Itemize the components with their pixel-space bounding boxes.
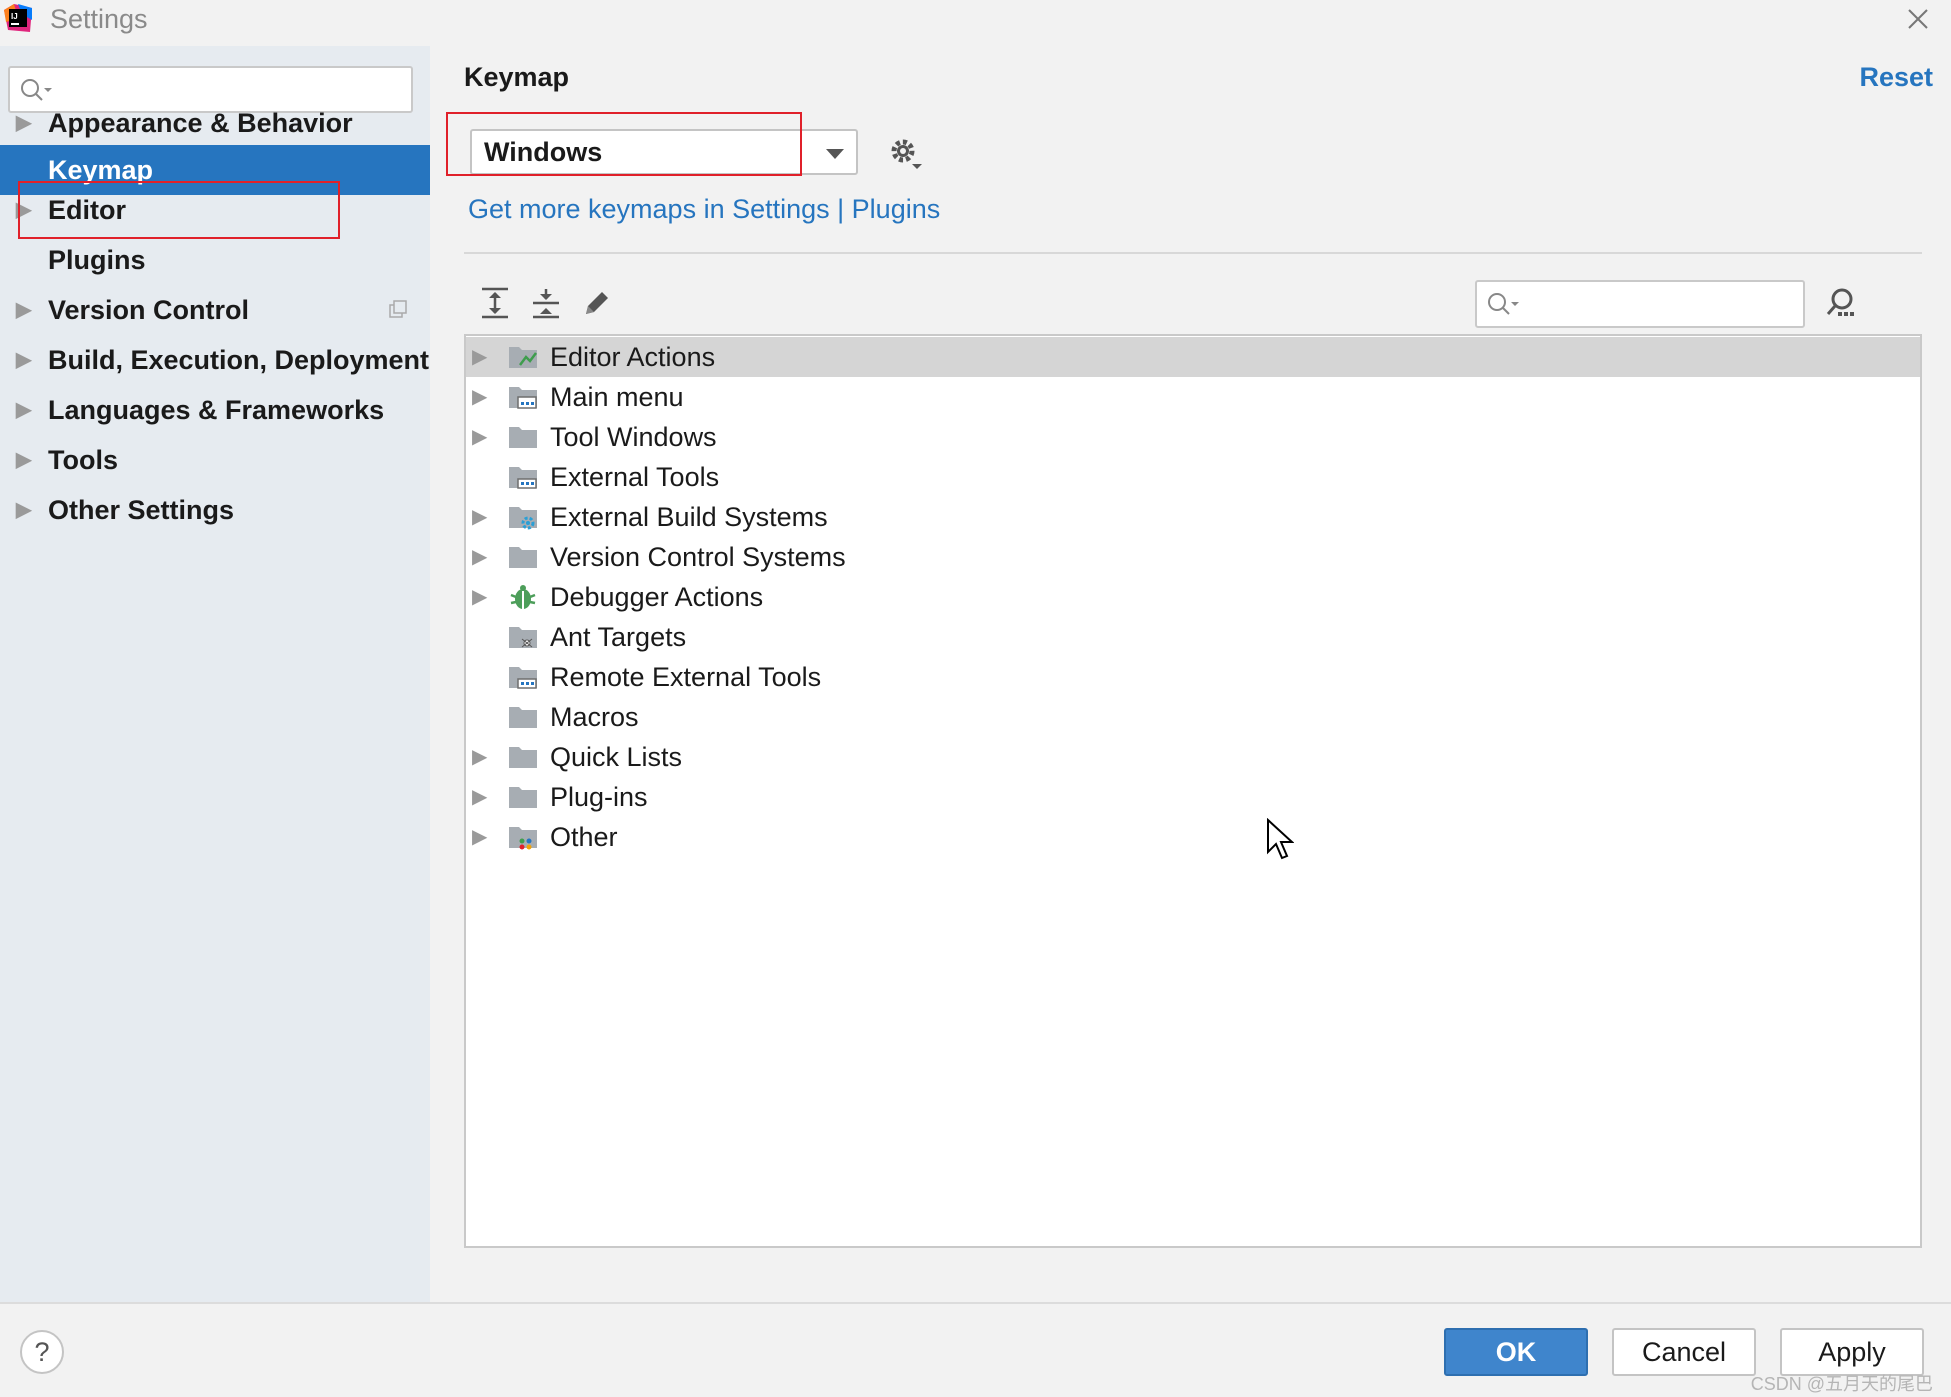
tree-row-editor-actions[interactable]: ▶ Editor Actions bbox=[466, 337, 1920, 377]
sidebar-item-label: Tools bbox=[48, 445, 118, 475]
sidebar-item-label: Plugins bbox=[48, 245, 146, 275]
external-tools-folder-icon bbox=[509, 667, 537, 689]
expand-arrow-icon[interactable]: ▶ bbox=[16, 385, 31, 435]
tree-row-label: External Tools bbox=[550, 462, 720, 492]
sidebar-item-other-settings[interactable]: ▶ Other Settings bbox=[0, 485, 430, 535]
expand-arrow-icon[interactable]: ▶ bbox=[472, 417, 487, 457]
sidebar-item-version-control[interactable]: ▶ Version Control bbox=[0, 285, 430, 335]
help-button[interactable]: ? bbox=[20, 1330, 64, 1374]
expand-arrow-icon[interactable]: ▶ bbox=[472, 817, 487, 857]
find-by-shortcut-icon[interactable] bbox=[1824, 286, 1860, 322]
search-icon bbox=[1488, 293, 1519, 315]
get-more-keymaps-link[interactable]: Get more keymaps in Settings | Plugins bbox=[468, 194, 940, 225]
cancel-button[interactable]: Cancel bbox=[1612, 1328, 1756, 1376]
expand-all-icon[interactable] bbox=[478, 286, 512, 320]
watermark: CSDN @五月天的尾巴 bbox=[1750, 1374, 1933, 1394]
expand-arrow-icon[interactable]: ▶ bbox=[16, 335, 31, 385]
svg-text:IJ: IJ bbox=[11, 12, 18, 21]
external-tools-folder-icon bbox=[509, 467, 537, 489]
close-icon[interactable] bbox=[1903, 4, 1933, 34]
tree-row-remote-external-tools[interactable]: Remote External Tools bbox=[466, 657, 1920, 697]
dialog-footer: ? OK Cancel Apply CSDN @五月天的尾巴 bbox=[0, 1302, 1951, 1397]
sidebar-item-languages-frameworks[interactable]: ▶ Languages & Frameworks bbox=[0, 385, 430, 435]
settings-sidebar: ▶ Appearance & Behavior Keymap ▶ Editor … bbox=[0, 46, 430, 1302]
reset-link[interactable]: Reset bbox=[1859, 62, 1933, 93]
annotation-highlight-box bbox=[446, 112, 802, 176]
keymap-actions-tree[interactable]: ▶ Editor Actions ▶ Main menu ▶ Tool Wind… bbox=[464, 334, 1922, 1248]
tree-row-tool-windows[interactable]: ▶ Tool Windows bbox=[466, 417, 1920, 457]
expand-arrow-icon[interactable]: ▶ bbox=[472, 577, 487, 617]
sidebar-item-label: Version Control bbox=[48, 295, 250, 325]
sidebar-item-label: Other Settings bbox=[48, 495, 235, 525]
tree-row-debugger-actions[interactable]: ▶ Debugger Actions bbox=[466, 577, 1920, 617]
tree-row-label: Editor Actions bbox=[550, 342, 716, 372]
bug-icon bbox=[510, 585, 536, 609]
edit-pencil-icon[interactable] bbox=[580, 286, 614, 320]
tree-row-other[interactable]: ▶ Other bbox=[466, 817, 1920, 857]
other-folder-icon bbox=[509, 827, 537, 850]
folder-icon bbox=[509, 787, 537, 808]
tree-row-external-build-systems[interactable]: ▶ External Build Systems bbox=[466, 497, 1920, 537]
folder-icon bbox=[509, 707, 537, 728]
project-settings-icon bbox=[389, 300, 407, 318]
expand-arrow-icon[interactable]: ▶ bbox=[472, 337, 487, 377]
divider bbox=[464, 252, 1922, 254]
title-bar: IJ Settings bbox=[0, 0, 1951, 42]
tree-row-label: Tool Windows bbox=[550, 422, 717, 452]
tree-row-label: Debugger Actions bbox=[550, 582, 764, 612]
window-title: Settings bbox=[50, 4, 148, 34]
expand-arrow-icon[interactable]: ▶ bbox=[472, 537, 487, 577]
sidebar-item-plugins[interactable]: Plugins bbox=[0, 235, 430, 285]
tree-row-label: External Build Systems bbox=[550, 502, 828, 532]
main-menu-folder-icon bbox=[509, 387, 537, 409]
tree-row-version-control-systems[interactable]: ▶ Version Control Systems bbox=[466, 537, 1920, 577]
ant-folder-icon bbox=[509, 627, 537, 648]
folder-icon bbox=[509, 427, 537, 448]
keymap-filter-input[interactable] bbox=[1475, 280, 1805, 328]
sidebar-item-build-execution-deployment[interactable]: ▶ Build, Execution, Deployment bbox=[0, 335, 430, 385]
tree-row-label: Plug-ins bbox=[550, 782, 648, 812]
sidebar-item-label: Build, Execution, Deployment bbox=[48, 345, 430, 375]
tree-row-quick-lists[interactable]: ▶ Quick Lists bbox=[466, 737, 1920, 777]
expand-arrow-icon[interactable]: ▶ bbox=[16, 435, 31, 485]
expand-arrow-icon[interactable]: ▶ bbox=[472, 777, 487, 817]
tree-row-label: Version Control Systems bbox=[550, 542, 846, 572]
tree-row-main-menu[interactable]: ▶ Main menu bbox=[466, 377, 1920, 417]
page-title: Keymap bbox=[464, 62, 570, 92]
sidebar-item-label: Languages & Frameworks bbox=[48, 395, 385, 425]
expand-arrow-icon[interactable]: ▶ bbox=[472, 377, 487, 417]
mouse-cursor-icon bbox=[1267, 818, 1294, 860]
ok-button[interactable]: OK bbox=[1444, 1328, 1588, 1376]
apply-button[interactable]: Apply bbox=[1780, 1328, 1924, 1376]
intellij-logo-icon: IJ bbox=[4, 4, 32, 32]
tree-row-macros[interactable]: Macros bbox=[466, 697, 1920, 737]
expand-arrow-icon[interactable]: ▶ bbox=[472, 737, 487, 777]
expand-arrow-icon[interactable]: ▶ bbox=[16, 98, 31, 148]
expand-arrow-icon[interactable]: ▶ bbox=[472, 497, 487, 537]
folder-icon bbox=[509, 547, 537, 568]
keymap-panel: Keymap Reset Windows Get more keymaps in… bbox=[430, 46, 1951, 1302]
collapse-all-icon[interactable] bbox=[529, 286, 563, 320]
sidebar-item-label: Appearance & Behavior bbox=[48, 108, 353, 138]
tree-row-label: Macros bbox=[550, 702, 639, 732]
chevron-down-icon bbox=[826, 149, 844, 159]
tree-row-external-tools[interactable]: External Tools bbox=[466, 457, 1920, 497]
tree-row-plug-ins[interactable]: ▶ Plug-ins bbox=[466, 777, 1920, 817]
annotation-highlight-box bbox=[18, 181, 340, 239]
sidebar-item-appearance-behavior[interactable]: ▶ Appearance & Behavior bbox=[0, 98, 430, 148]
editor-actions-folder-icon bbox=[509, 347, 537, 368]
expand-arrow-icon[interactable]: ▶ bbox=[16, 485, 31, 535]
expand-arrow-icon[interactable]: ▶ bbox=[16, 285, 31, 335]
build-systems-folder-icon bbox=[509, 507, 537, 530]
tree-row-label: Remote External Tools bbox=[550, 662, 822, 692]
tree-row-label: Other bbox=[550, 822, 618, 852]
tree-row-label: Ant Targets bbox=[550, 622, 687, 652]
tree-row-label: Main menu bbox=[550, 382, 684, 412]
folder-icon bbox=[509, 747, 537, 768]
tree-row-ant-targets[interactable]: Ant Targets bbox=[466, 617, 1920, 657]
gear-icon[interactable] bbox=[888, 136, 924, 172]
tree-row-label: Quick Lists bbox=[550, 742, 683, 772]
sidebar-item-tools[interactable]: ▶ Tools bbox=[0, 435, 430, 485]
